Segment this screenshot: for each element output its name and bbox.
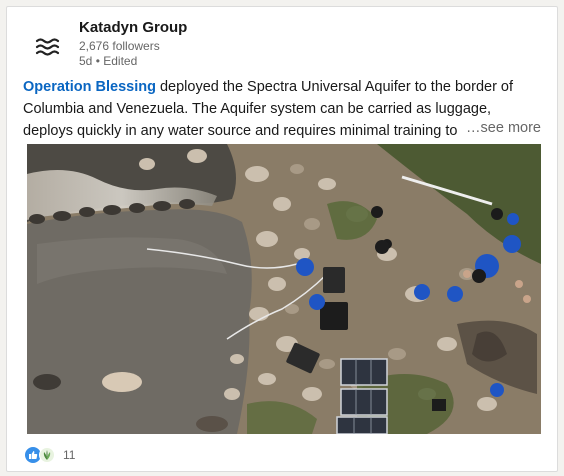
company-name[interactable]: Katadyn Group [79,19,187,36]
post-time: 5d [79,54,93,68]
mention-link[interactable]: Operation Blessing [23,79,156,95]
post-text-line-1-rest: deployed the Spectra Universal Aquifer t… [155,79,514,95]
follower-count: 2,676 followers [79,39,160,53]
post-meta: 5d • Edited [79,54,137,68]
social-counts[interactable]: 11 [25,445,75,465]
see-more-link[interactable]: …see more [462,120,541,136]
aerial-river-photo [27,144,541,434]
reaction-count: 11 [63,448,76,462]
post-image[interactable] [27,144,541,434]
support-icon [39,447,55,463]
waves-icon [35,38,60,56]
edited-label: Edited [103,54,138,68]
post-text-line-2: Columbia and Venezuela. The Aquifer syst… [23,101,492,117]
company-logo[interactable] [25,23,73,71]
post-card: Katadyn Group 2,676 followers 5d • Edite… [6,6,558,472]
post-text-line-1: Operation Blessing deployed the Spectra … [23,76,551,98]
post-header: Katadyn Group 2,676 followers 5d • Edite… [7,7,559,77]
